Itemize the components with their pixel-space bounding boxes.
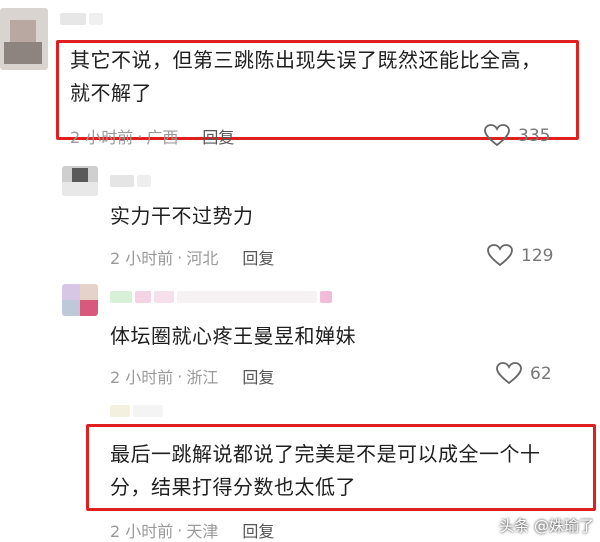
like-button[interactable]: 335	[484, 124, 550, 147]
comment-text-line: 最后一跳解说都说了完美是不是可以成全一个十	[110, 442, 541, 466]
comment-text: 最后一跳解说都说了完美是不是可以成全一个十 分，结果打得分数也太低了	[110, 438, 541, 504]
reply-button[interactable]: 回复	[242, 518, 274, 542]
meta-separator: ·	[177, 520, 183, 540]
comment-meta: 2 小时前 · 河北 回复	[110, 245, 274, 269]
location: 天津	[186, 522, 219, 541]
like-count: 62	[530, 363, 552, 384]
like-count: 129	[521, 245, 554, 266]
timestamp: 2 小时前	[110, 522, 174, 541]
avatar[interactable]	[0, 8, 48, 70]
meta-separator: ·	[177, 366, 183, 386]
comment-text-line: 就不解了	[70, 81, 152, 105]
like-button[interactable]: 129	[487, 244, 553, 267]
heart-outline-icon	[487, 244, 513, 267]
meta-separator: ·	[177, 247, 183, 267]
username-blurred[interactable]	[110, 174, 151, 188]
comment-text: 实力干不过势力	[110, 200, 254, 233]
timestamp: 2 小时前	[110, 249, 174, 268]
heart-outline-icon	[496, 362, 522, 385]
comment-text-line: 分，结果打得分数也太低了	[110, 475, 356, 499]
timestamp: 2 小时前	[110, 368, 174, 387]
avatar[interactable]	[62, 284, 98, 316]
reply-button[interactable]: 回复	[242, 364, 274, 388]
comment-meta: 2 小时前 · 广西 回复	[70, 124, 234, 148]
like-button[interactable]: 62	[496, 362, 552, 385]
location: 河北	[186, 249, 219, 268]
location: 广西	[146, 128, 179, 147]
meta-separator: ·	[137, 126, 143, 146]
username-blurred[interactable]	[110, 404, 163, 418]
username-blurred[interactable]	[60, 12, 103, 26]
reply-button[interactable]: 回复	[242, 245, 274, 269]
comment-meta: 2 小时前 · 浙江 回复	[110, 364, 274, 388]
watermark: 头条 @姝瑜了	[499, 517, 594, 535]
reply-button[interactable]: 回复	[202, 124, 234, 148]
timestamp: 2 小时前	[70, 128, 134, 147]
comment-text: 体坛圈就心疼王曼昱和婵妹	[110, 320, 356, 353]
heart-outline-icon	[484, 124, 510, 147]
comment-text-line: 实力干不过势力	[110, 204, 254, 228]
username-blurred[interactable]	[110, 290, 332, 304]
avatar[interactable]	[62, 166, 98, 196]
location: 浙江	[186, 368, 219, 387]
comment-text-line: 其它不说，但第三跳陈出现失误了既然还能比全高，	[70, 48, 542, 72]
comment-text: 其它不说，但第三跳陈出现失误了既然还能比全高， 就不解了	[70, 44, 542, 110]
like-count: 335	[518, 125, 551, 146]
comment-meta: 2 小时前 · 天津 回复	[110, 518, 274, 542]
comment-text-line: 体坛圈就心疼王曼昱和婵妹	[110, 324, 356, 348]
